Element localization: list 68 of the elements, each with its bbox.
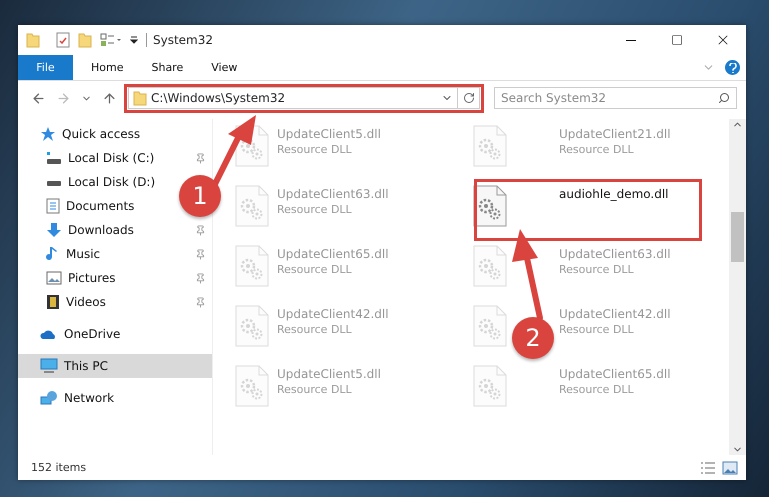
dll-file-icon [473,365,507,407]
pin-icon[interactable] [195,296,206,308]
scrollbar[interactable] [729,119,746,455]
properties-icon[interactable] [56,32,70,48]
search-field[interactable]: Search System32 [494,87,737,109]
details-view-icon[interactable] [700,460,716,474]
pin-icon[interactable] [195,152,206,164]
nav-item[interactable]: Videos [18,290,212,314]
pin-icon[interactable] [195,248,206,260]
nav-item[interactable]: Network [18,386,212,410]
nav-item[interactable]: Quick access [18,122,212,146]
file-type: Resource DLL [277,383,353,396]
dll-file-icon [235,305,269,347]
network-icon [40,390,58,406]
refresh-icon [462,92,474,104]
window-title: System32 [146,33,214,47]
file-type: Resource DLL [559,143,635,156]
nav-item[interactable]: OneDrive [18,322,212,346]
nav-item[interactable]: This PC [18,354,212,378]
dll-file-icon [235,365,269,407]
pin-icon[interactable] [195,272,206,284]
new-folder-icon [78,32,92,48]
dll-file-icon [235,185,269,227]
ribbon-tab[interactable]: View [197,55,252,80]
download-icon [46,222,62,238]
monitor-icon [40,358,58,374]
dll-file-icon [473,245,507,287]
pin-icon[interactable] [195,224,206,236]
star-icon [40,126,56,142]
file-menu-tab[interactable]: File [18,55,73,80]
file-type: Resource DLL [559,383,635,396]
dll-file-icon [473,125,507,167]
customize-caret-icon[interactable] [130,36,138,44]
cloud-icon [40,328,58,340]
file-type: Resource DLL [277,263,353,276]
file-type: Resource DLL [559,263,635,276]
nav-item[interactable]: Local Disk (C:) [18,146,212,170]
dll-file-icon [473,305,507,347]
scroll-thumb[interactable] [731,212,744,262]
item-count: 152 items [31,461,86,474]
file-type: Resource DLL [277,143,353,156]
address-bar[interactable]: C:\Windows\System32 [128,87,480,109]
nav-item[interactable]: Downloads [18,218,212,242]
file-name[interactable]: audiohle_demo.dll [559,187,668,201]
view-options-icon[interactable] [100,33,122,47]
document-icon [46,198,60,214]
nav-item[interactable]: Music [18,242,212,266]
picture-icon [46,271,62,285]
file-type: Resource DLL [559,323,635,336]
file-type: Resource DLL [277,323,353,336]
music-note-icon [46,246,60,262]
film-icon [46,294,60,310]
help-icon[interactable] [725,60,740,75]
file-type: Resource DLL [277,203,353,216]
forward-arrow-icon [56,90,71,106]
nav-item[interactable]: Pictures [18,266,212,290]
maximize-icon [671,34,683,46]
drive-icon [46,151,62,165]
ribbon-tab[interactable]: Home [77,55,138,80]
ribbon-tab[interactable]: Share [137,55,198,80]
search-icon[interactable] [718,92,730,104]
nav-item[interactable]: Local Disk (D:) [18,170,162,194]
large-icons-view-icon[interactable] [722,460,738,474]
dll-file-icon [473,185,507,227]
folder-icon [26,32,40,48]
dll-file-icon [235,245,269,287]
folder-icon [133,90,147,106]
nav-item[interactable]: Documents [18,194,140,218]
